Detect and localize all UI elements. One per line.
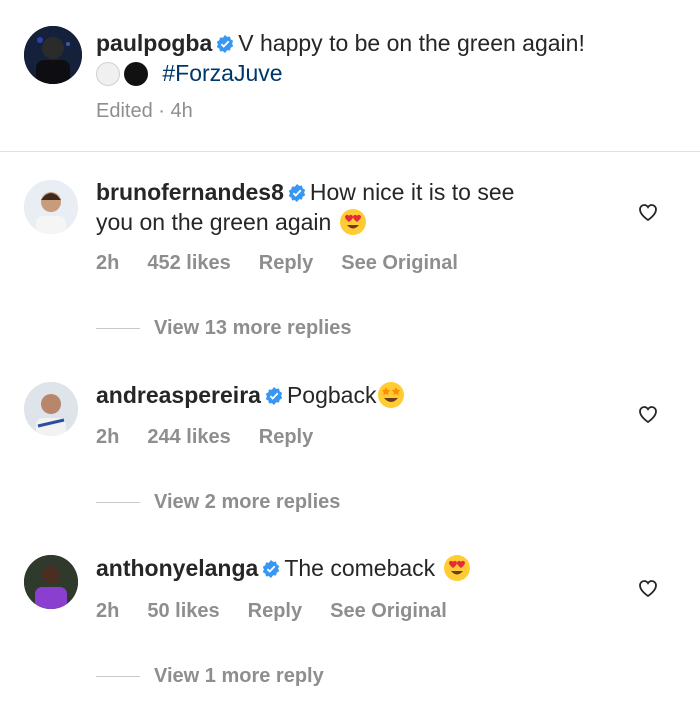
black-circle-icon <box>124 62 148 86</box>
comment-meta: 2h 244 likes Reply <box>96 426 341 449</box>
heart-eyes-emoji-icon <box>443 555 470 581</box>
view-replies-button[interactable]: View 2 more replies <box>96 491 340 514</box>
view-replies-label: View 13 more replies <box>154 317 352 339</box>
comment-username[interactable]: andreaspereira <box>96 382 261 408</box>
likes-count[interactable]: 50 likes <box>147 600 219 622</box>
like-heart-icon[interactable] <box>636 200 660 224</box>
post-caption-text: V happy to be on the green again! <box>238 30 585 56</box>
verified-icon <box>263 560 280 578</box>
comment-text-line2: you on the green again <box>96 209 332 235</box>
divider-line <box>96 502 140 504</box>
star-struck-emoji-icon <box>378 382 405 408</box>
like-heart-icon[interactable] <box>636 576 660 600</box>
view-replies-label: View 1 more reply <box>154 665 324 687</box>
like-heart-icon[interactable] <box>636 402 660 426</box>
post-caption: paulpogba V happy to be on the green agai… <box>96 28 676 88</box>
comment-text-line1: How nice it is to see <box>309 179 515 205</box>
comment-time: 2h <box>96 252 120 274</box>
avatar-andreaspereira[interactable] <box>24 382 78 436</box>
avatar-paulpogba[interactable] <box>24 26 82 84</box>
avatar-image <box>24 382 78 436</box>
divider-line <box>96 328 140 330</box>
divider-line <box>96 676 140 678</box>
avatar-image <box>24 555 78 609</box>
see-original-button[interactable]: See Original <box>341 252 458 274</box>
post-meta: Edited · 4h <box>96 100 193 122</box>
see-original-button[interactable]: See Original <box>330 600 447 622</box>
post-username[interactable]: paulpogba <box>96 30 212 56</box>
avatar-image <box>24 180 78 234</box>
comment-time: 2h <box>96 426 120 448</box>
comment-time: 2h <box>96 600 120 622</box>
comment-text-line1: The comeback <box>284 555 436 581</box>
avatar-image <box>24 26 82 84</box>
comment-text: andreaspereira Pogback <box>96 380 616 410</box>
comment-username[interactable]: anthonyelanga <box>96 555 258 581</box>
post-hashtag[interactable]: #ForzaJuve <box>162 60 282 86</box>
comment-text: anthonyelanga The comeback <box>96 553 616 583</box>
heart-eyes-emoji-icon <box>339 209 366 235</box>
likes-count[interactable]: 452 likes <box>147 252 230 274</box>
comment-meta: 2h 452 likes Reply See Original <box>96 252 486 275</box>
reply-button[interactable]: Reply <box>248 600 302 622</box>
reply-button[interactable]: Reply <box>259 426 313 448</box>
verified-icon <box>288 184 306 202</box>
comment-text: brunofernandes8 How nice it is to see you… <box>96 177 616 237</box>
verified-icon <box>217 35 234 53</box>
avatar-brunofernandes8[interactable] <box>24 180 78 234</box>
comment-username[interactable]: brunofernandes8 <box>96 179 284 205</box>
view-replies-label: View 2 more replies <box>154 491 341 513</box>
view-replies-button[interactable]: View 13 more replies <box>96 317 352 340</box>
verified-icon <box>265 387 283 405</box>
comment-meta: 2h 50 likes Reply See Original <box>96 600 475 623</box>
white-circle-icon <box>96 62 120 86</box>
avatar-anthonyelanga[interactable] <box>24 555 78 609</box>
divider <box>0 151 700 152</box>
likes-count[interactable]: 244 likes <box>147 426 230 448</box>
reply-button[interactable]: Reply <box>259 252 313 274</box>
view-replies-button[interactable]: View 1 more reply <box>96 665 324 688</box>
comment-text-line1: Pogback <box>286 382 377 408</box>
